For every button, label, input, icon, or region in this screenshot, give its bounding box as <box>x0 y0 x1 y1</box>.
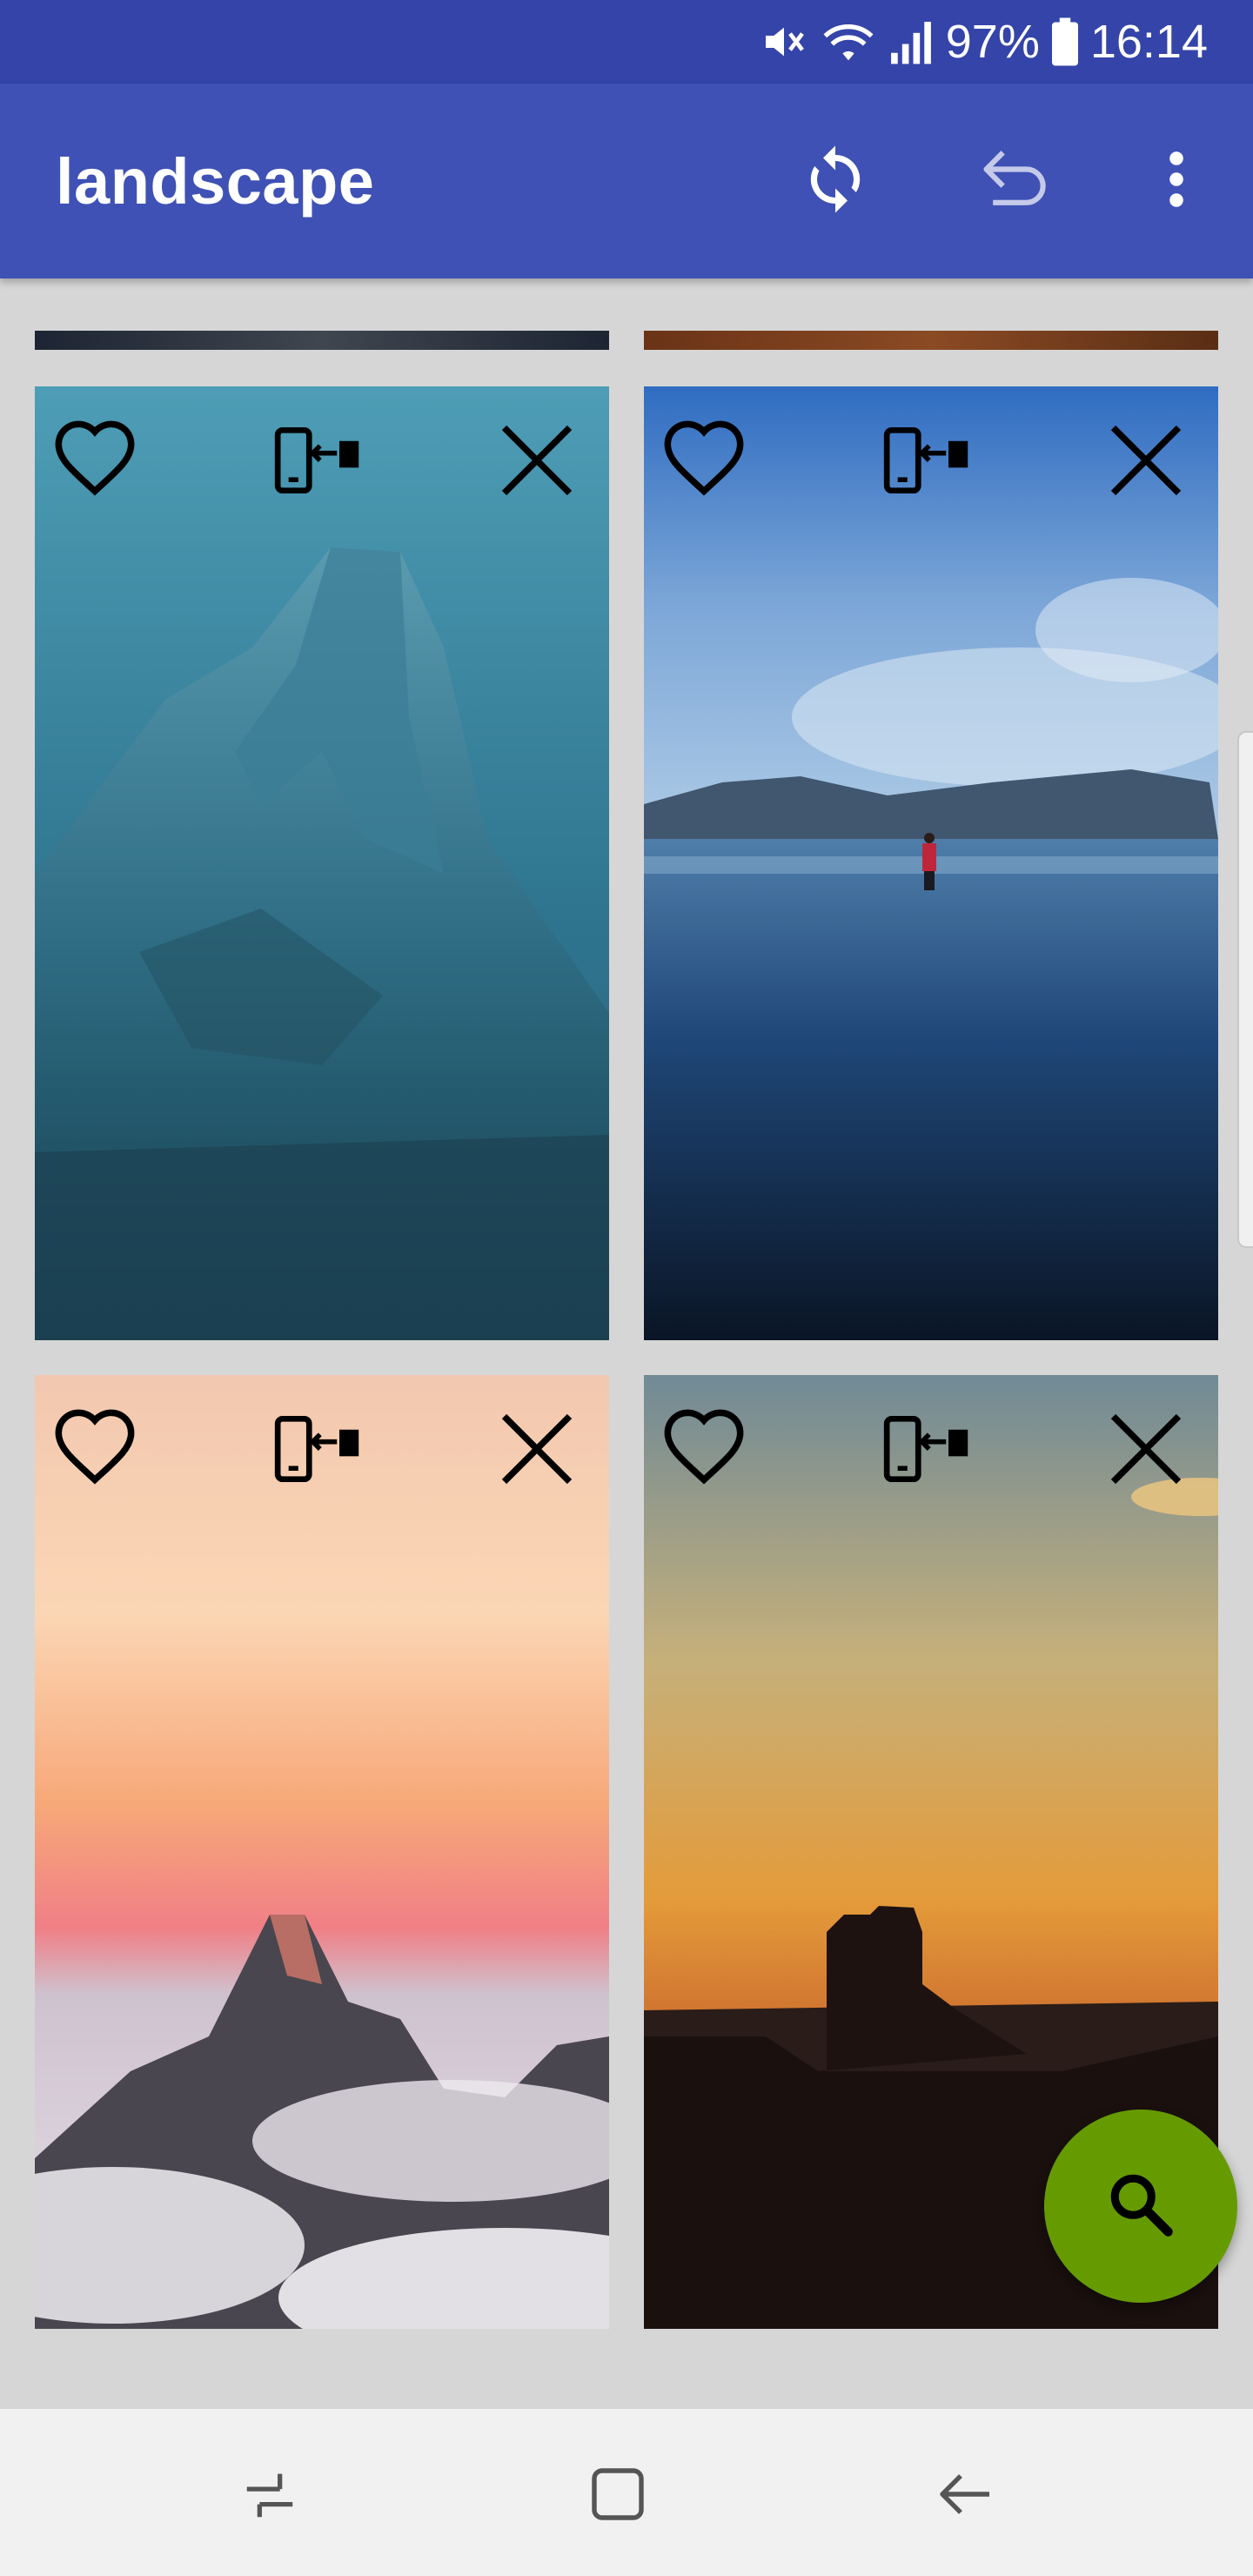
remove-button[interactable] <box>489 1401 585 1497</box>
back-icon <box>935 2463 997 2530</box>
status-bar: 97% 16:14 <box>0 0 1253 84</box>
refresh-icon <box>799 143 872 220</box>
app-bar: landscape <box>0 84 1253 278</box>
set-wallpaper-icon <box>274 426 361 494</box>
undo-icon <box>976 139 1056 224</box>
set-wallpaper-icon <box>883 426 970 494</box>
set-wallpaper-icon <box>883 1415 970 1483</box>
wallpaper-grid <box>0 278 1253 2409</box>
recents-button[interactable] <box>218 2444 322 2548</box>
signal-icon <box>888 17 934 66</box>
close-icon <box>1102 417 1189 504</box>
wallpaper-image[interactable] <box>35 1375 609 2329</box>
wallpaper-image[interactable] <box>35 386 609 1340</box>
wallpaper-card[interactable] <box>35 386 609 1340</box>
wallpaper-card-partial[interactable] <box>644 331 1218 350</box>
battery-percent: 97% <box>945 16 1040 68</box>
wallpaper-card[interactable] <box>644 386 1218 1340</box>
remove-button[interactable] <box>1098 413 1194 508</box>
refresh-button[interactable] <box>790 136 881 226</box>
favorite-icon <box>47 417 143 504</box>
search-icon <box>1104 2168 1177 2245</box>
wifi-icon <box>821 17 876 66</box>
clock: 16:14 <box>1089 16 1208 68</box>
remove-button[interactable] <box>489 413 585 508</box>
wallpaper-card[interactable] <box>35 1375 609 2329</box>
favorite-icon <box>656 417 752 504</box>
wallpaper-card-partial[interactable] <box>35 331 609 350</box>
wallpaper-image[interactable] <box>644 386 1218 1340</box>
mute-icon <box>760 17 808 66</box>
back-button[interactable] <box>914 2444 1018 2548</box>
more-options-button[interactable] <box>1131 136 1222 226</box>
favorite-button[interactable] <box>656 1401 752 1497</box>
favorite-button[interactable] <box>47 1401 143 1497</box>
favorite-icon <box>47 1405 143 1493</box>
set-wallpaper-button[interactable] <box>879 1401 975 1497</box>
undo-button[interactable] <box>971 136 1062 226</box>
favorite-icon <box>656 1405 752 1493</box>
close-icon <box>1102 1405 1189 1493</box>
more-vert-icon <box>1163 148 1189 215</box>
scroll-handle[interactable] <box>1237 731 1253 1248</box>
set-wallpaper-button[interactable] <box>270 1401 365 1497</box>
navigation-bar <box>0 2409 1253 2576</box>
favorite-button[interactable] <box>47 413 143 508</box>
home-icon <box>586 2463 649 2530</box>
battery-icon <box>1051 17 1078 66</box>
favorite-button[interactable] <box>656 413 752 508</box>
close-icon <box>493 1405 580 1493</box>
remove-button[interactable] <box>1098 1401 1194 1497</box>
search-button[interactable] <box>1044 2110 1237 2303</box>
close-icon <box>493 417 580 504</box>
set-wallpaper-icon <box>274 1415 361 1483</box>
home-button[interactable] <box>566 2444 670 2548</box>
status-icons: 97% 16:14 <box>760 12 1208 71</box>
recents-icon <box>239 2464 300 2529</box>
set-wallpaper-button[interactable] <box>270 413 365 508</box>
set-wallpaper-button[interactable] <box>879 413 975 508</box>
page-title: landscape <box>56 145 375 218</box>
